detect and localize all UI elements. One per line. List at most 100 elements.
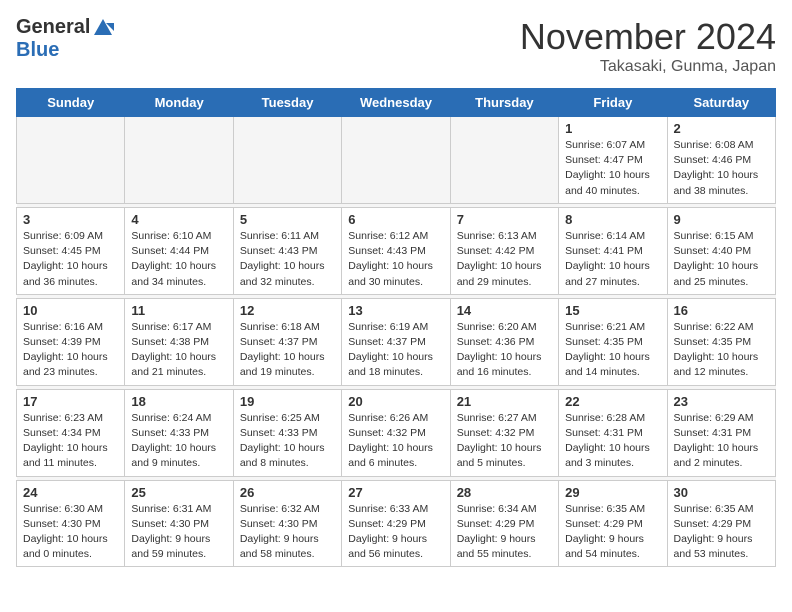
day-info: Sunrise: 6:33 AM Sunset: 4:29 PM Dayligh… bbox=[348, 502, 443, 563]
day-info: Sunrise: 6:14 AM Sunset: 4:41 PM Dayligh… bbox=[565, 229, 660, 290]
day-number: 14 bbox=[457, 303, 552, 318]
day-number: 21 bbox=[457, 394, 552, 409]
day-number: 9 bbox=[674, 212, 769, 227]
day-number: 11 bbox=[131, 303, 226, 318]
calendar-cell: 3 Sunrise: 6:09 AM Sunset: 4:45 PM Daylig… bbox=[17, 207, 125, 294]
calendar-cell: 11 Sunrise: 6:17 AM Sunset: 4:38 PM Dayli… bbox=[125, 298, 233, 385]
day-info: Sunrise: 6:23 AM Sunset: 4:34 PM Dayligh… bbox=[23, 411, 118, 472]
calendar-cell: 4Sunrise: 6:10 AM Sunset: 4:44 PM Daylig… bbox=[125, 207, 233, 294]
day-info: Sunrise: 6:35 AM Sunset: 4:29 PM Dayligh… bbox=[565, 502, 660, 563]
day-number: 2 bbox=[674, 121, 769, 136]
calendar-week-4: 17 Sunrise: 6:23 AM Sunset: 4:34 PM Dayli… bbox=[17, 389, 776, 476]
calendar-week-2: 3 Sunrise: 6:09 AM Sunset: 4:45 PM Daylig… bbox=[17, 207, 776, 294]
day-number: 30 bbox=[674, 485, 769, 500]
days-header-row: Sunday Monday Tuesday Wednesday Thursday… bbox=[17, 89, 776, 117]
calendar-week-5: 24 Sunrise: 6:30 AM Sunset: 4:30 PM Dayli… bbox=[17, 480, 776, 567]
calendar-cell bbox=[233, 117, 341, 204]
calendar-cell: 8Sunrise: 6:14 AM Sunset: 4:41 PM Daylig… bbox=[559, 207, 667, 294]
calendar-cell: 9 Sunrise: 6:15 AM Sunset: 4:40 PM Daylig… bbox=[667, 207, 775, 294]
calendar-cell: 12 Sunrise: 6:18 AM Sunset: 4:37 PM Dayli… bbox=[233, 298, 341, 385]
logo-icon bbox=[92, 17, 114, 39]
day-info: Sunrise: 6:11 AM Sunset: 4:43 PM Dayligh… bbox=[240, 229, 335, 290]
location: Takasaki, Gunma, Japan bbox=[520, 58, 776, 76]
calendar-cell: 25Sunrise: 6:31 AM Sunset: 4:30 PM Dayli… bbox=[125, 480, 233, 567]
day-info: Sunrise: 6:07 AM Sunset: 4:47 PM Dayligh… bbox=[565, 138, 660, 199]
day-number: 3 bbox=[23, 212, 118, 227]
day-number: 4 bbox=[131, 212, 226, 227]
day-number: 16 bbox=[674, 303, 769, 318]
day-number: 23 bbox=[674, 394, 769, 409]
calendar-cell: 14 Sunrise: 6:20 AM Sunset: 4:36 PM Dayli… bbox=[450, 298, 558, 385]
day-number: 7 bbox=[457, 212, 552, 227]
logo-general: General bbox=[16, 16, 90, 39]
day-info: Sunrise: 6:29 AM Sunset: 4:31 PM Dayligh… bbox=[674, 411, 769, 472]
day-number: 20 bbox=[348, 394, 443, 409]
calendar-cell bbox=[342, 117, 450, 204]
day-number: 22 bbox=[565, 394, 660, 409]
day-info: Sunrise: 6:25 AM Sunset: 4:33 PM Dayligh… bbox=[240, 411, 335, 472]
day-number: 27 bbox=[348, 485, 443, 500]
day-info: Sunrise: 6:13 AM Sunset: 4:42 PM Dayligh… bbox=[457, 229, 552, 290]
logo: General Blue bbox=[16, 16, 114, 62]
day-number: 18 bbox=[131, 394, 226, 409]
day-info: Sunrise: 6:17 AM Sunset: 4:38 PM Dayligh… bbox=[131, 320, 226, 381]
calendar-cell: 27 Sunrise: 6:33 AM Sunset: 4:29 PM Dayli… bbox=[342, 480, 450, 567]
day-info: Sunrise: 6:08 AM Sunset: 4:46 PM Dayligh… bbox=[674, 138, 769, 199]
logo-blue: Blue bbox=[16, 39, 59, 62]
day-info: Sunrise: 6:12 AM Sunset: 4:43 PM Dayligh… bbox=[348, 229, 443, 290]
day-info: Sunrise: 6:19 AM Sunset: 4:37 PM Dayligh… bbox=[348, 320, 443, 381]
calendar-cell: 30 Sunrise: 6:35 AM Sunset: 4:29 PM Dayli… bbox=[667, 480, 775, 567]
day-info: Sunrise: 6:20 AM Sunset: 4:36 PM Dayligh… bbox=[457, 320, 552, 381]
day-number: 28 bbox=[457, 485, 552, 500]
calendar-cell: 10Sunrise: 6:16 AM Sunset: 4:39 PM Dayli… bbox=[17, 298, 125, 385]
day-number: 17 bbox=[23, 394, 118, 409]
day-info: Sunrise: 6:28 AM Sunset: 4:31 PM Dayligh… bbox=[565, 411, 660, 472]
calendar-cell: 6 Sunrise: 6:12 AM Sunset: 4:43 PM Daylig… bbox=[342, 207, 450, 294]
calendar-cell: 18 Sunrise: 6:24 AM Sunset: 4:33 PM Dayli… bbox=[125, 389, 233, 476]
day-info: Sunrise: 6:35 AM Sunset: 4:29 PM Dayligh… bbox=[674, 502, 769, 563]
day-info: Sunrise: 6:26 AM Sunset: 4:32 PM Dayligh… bbox=[348, 411, 443, 472]
day-info: Sunrise: 6:30 AM Sunset: 4:30 PM Dayligh… bbox=[23, 502, 118, 563]
header-thursday: Thursday bbox=[450, 89, 558, 117]
day-info: Sunrise: 6:24 AM Sunset: 4:33 PM Dayligh… bbox=[131, 411, 226, 472]
calendar-cell bbox=[17, 117, 125, 204]
calendar-cell: 20 Sunrise: 6:26 AM Sunset: 4:32 PM Dayli… bbox=[342, 389, 450, 476]
day-info: Sunrise: 6:22 AM Sunset: 4:35 PM Dayligh… bbox=[674, 320, 769, 381]
header-saturday: Saturday bbox=[667, 89, 775, 117]
calendar-cell: 21 Sunrise: 6:27 AM Sunset: 4:32 PM Dayli… bbox=[450, 389, 558, 476]
day-number: 5 bbox=[240, 212, 335, 227]
calendar: Sunday Monday Tuesday Wednesday Thursday… bbox=[16, 88, 776, 567]
calendar-cell bbox=[450, 117, 558, 204]
header-sunday: Sunday bbox=[17, 89, 125, 117]
page-header: General Blue November 2024 Takasaki, Gun… bbox=[16, 16, 776, 76]
day-info: Sunrise: 6:34 AM Sunset: 4:29 PM Dayligh… bbox=[457, 502, 552, 563]
day-info: Sunrise: 6:32 AM Sunset: 4:30 PM Dayligh… bbox=[240, 502, 335, 563]
day-number: 26 bbox=[240, 485, 335, 500]
day-info: Sunrise: 6:27 AM Sunset: 4:32 PM Dayligh… bbox=[457, 411, 552, 472]
calendar-cell: 22 Sunrise: 6:28 AM Sunset: 4:31 PM Dayli… bbox=[559, 389, 667, 476]
calendar-cell: 19 Sunrise: 6:25 AM Sunset: 4:33 PM Dayli… bbox=[233, 389, 341, 476]
day-number: 24 bbox=[23, 485, 118, 500]
day-number: 15 bbox=[565, 303, 660, 318]
calendar-cell: 16 Sunrise: 6:22 AM Sunset: 4:35 PM Dayli… bbox=[667, 298, 775, 385]
calendar-cell: 5 Sunrise: 6:11 AM Sunset: 4:43 PM Daylig… bbox=[233, 207, 341, 294]
calendar-cell: 29Sunrise: 6:35 AM Sunset: 4:29 PM Dayli… bbox=[559, 480, 667, 567]
calendar-cell: 23 Sunrise: 6:29 AM Sunset: 4:31 PM Dayli… bbox=[667, 389, 775, 476]
day-info: Sunrise: 6:09 AM Sunset: 4:45 PM Dayligh… bbox=[23, 229, 118, 290]
header-friday: Friday bbox=[559, 89, 667, 117]
day-number: 12 bbox=[240, 303, 335, 318]
header-tuesday: Tuesday bbox=[233, 89, 341, 117]
calendar-cell: 7 Sunrise: 6:13 AM Sunset: 4:42 PM Daylig… bbox=[450, 207, 558, 294]
calendar-cell: 17 Sunrise: 6:23 AM Sunset: 4:34 PM Dayli… bbox=[17, 389, 125, 476]
calendar-cell: 28 Sunrise: 6:34 AM Sunset: 4:29 PM Dayli… bbox=[450, 480, 558, 567]
day-number: 13 bbox=[348, 303, 443, 318]
calendar-cell: 24 Sunrise: 6:30 AM Sunset: 4:30 PM Dayli… bbox=[17, 480, 125, 567]
calendar-cell: 15Sunrise: 6:21 AM Sunset: 4:35 PM Dayli… bbox=[559, 298, 667, 385]
day-info: Sunrise: 6:15 AM Sunset: 4:40 PM Dayligh… bbox=[674, 229, 769, 290]
day-info: Sunrise: 6:18 AM Sunset: 4:37 PM Dayligh… bbox=[240, 320, 335, 381]
header-wednesday: Wednesday bbox=[342, 89, 450, 117]
calendar-week-1: 1Sunrise: 6:07 AM Sunset: 4:47 PM Daylig… bbox=[17, 117, 776, 204]
calendar-cell bbox=[125, 117, 233, 204]
day-number: 6 bbox=[348, 212, 443, 227]
day-number: 19 bbox=[240, 394, 335, 409]
